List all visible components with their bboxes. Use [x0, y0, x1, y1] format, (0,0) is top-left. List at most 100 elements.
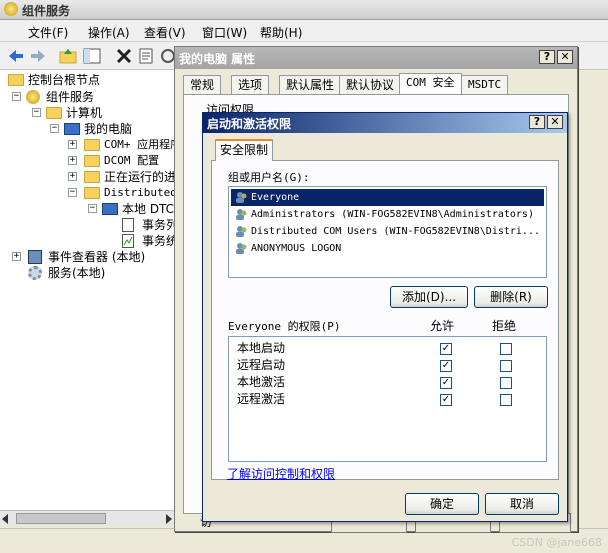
list-item-anonymous-logon[interactable]: ANONYMOUS LOGON	[231, 240, 544, 257]
menu-file[interactable]: 文件(F)	[28, 24, 68, 41]
dialog-help-button[interactable]: ?	[529, 115, 545, 129]
dialog-title-bar: 启动和激活权限 ? ✕	[203, 113, 567, 133]
tab-general[interactable]: 常规	[183, 75, 222, 95]
permission-name: 远程激活	[237, 392, 286, 406]
tree-item-label: 我的电脑	[84, 122, 133, 136]
collapse-toggle[interactable]: −	[32, 108, 41, 117]
add-button[interactable]: 添加(D)...	[390, 286, 468, 308]
group-or-user-names-label: 组或用户名(G):	[228, 171, 310, 184]
menu-window[interactable]: 窗口(W)	[202, 24, 247, 41]
permission-name: 本地激活	[237, 375, 286, 389]
users-group-icon	[235, 208, 248, 221]
collapse-toggle[interactable]: −	[68, 188, 77, 197]
list-item-everyone[interactable]: Everyone	[231, 189, 544, 206]
collapse-toggle[interactable]: −	[12, 92, 21, 101]
document-icon	[122, 218, 134, 232]
users-group-icon	[235, 225, 248, 238]
tab-security[interactable]: 安全限制	[215, 139, 274, 161]
back-icon[interactable]	[6, 46, 26, 66]
properties-title: 我的电脑 属性	[179, 52, 256, 66]
watermark: CSDN @jane668	[511, 536, 602, 549]
tree-item-label: 计算机	[66, 106, 103, 120]
permission-name: 本地启动	[237, 341, 286, 355]
computer-icon	[64, 123, 80, 135]
tree-item-label: 本地 DTC	[122, 202, 175, 216]
list-item-administrators[interactable]: Administrators (WIN-FOG582EVIN8\Administ…	[231, 206, 544, 223]
component-services-icon	[26, 90, 40, 104]
users-group-icon	[235, 191, 248, 204]
list-item-distributed-com-users[interactable]: Distributed COM Users (WIN-FOG582EVIN8\D…	[231, 223, 544, 240]
user-name: ANONYMOUS LOGON	[251, 243, 342, 254]
tab-msdtc[interactable]: MSDTC	[461, 75, 509, 95]
menu-action[interactable]: 操作(A)	[88, 24, 130, 41]
users-list[interactable]: Everyone Administrators (WIN-FOG582EVIN8…	[228, 186, 547, 278]
allow-checkbox-remote-launch[interactable]: ✓	[440, 360, 452, 372]
chart-icon	[122, 234, 134, 248]
permissions-for-label: Everyone 的权限(P)	[228, 320, 341, 333]
computer-icon	[102, 203, 118, 215]
show-hide-tree-icon[interactable]	[82, 46, 102, 66]
dialog-close-button[interactable]: ✕	[547, 115, 563, 129]
ok-button[interactable]: 确定	[405, 493, 479, 515]
folder-icon	[84, 155, 100, 167]
dialog-title: 启动和激活权限	[207, 117, 292, 131]
event-viewer-icon	[28, 250, 42, 264]
launch-activation-permissions-dialog: 启动和激活权限 ? ✕ 安全限制 组或用户名(G): Everyone Admi…	[202, 112, 568, 522]
scroll-right-arrow-icon[interactable]	[166, 514, 172, 524]
folder-icon	[84, 187, 100, 199]
user-name: Administrators (WIN-FOG582EVIN8\Administ…	[251, 209, 534, 220]
forward-icon[interactable]	[28, 46, 48, 66]
up-folder-icon[interactable]	[58, 46, 78, 66]
tab-com-security[interactable]: COM 安全	[399, 73, 462, 95]
permission-name: 远程启动	[237, 358, 286, 372]
permissions-header: Everyone 的权限(P) 允许 拒绝	[228, 318, 547, 336]
scroll-thumb[interactable]	[16, 513, 106, 524]
props-help-button[interactable]: ?	[539, 50, 555, 64]
learn-access-control-link[interactable]: 了解访问控制和权限	[227, 465, 335, 482]
expand-toggle[interactable]: +	[68, 140, 77, 149]
component-services-icon	[4, 2, 18, 16]
console-tree: 控制台根节点 − 组件服务 − 计算机 − 我的电脑 + COM+ 应用程序 +…	[0, 70, 190, 526]
tab-options[interactable]: 选项	[231, 75, 270, 95]
allow-checkbox-remote-activation[interactable]: ✓	[440, 394, 452, 406]
remove-button[interactable]: 删除(R)	[474, 286, 548, 308]
tree-item-label: 服务(本地)	[48, 266, 106, 280]
expand-toggle[interactable]: +	[68, 156, 77, 165]
scroll-left-arrow-icon[interactable]	[2, 514, 8, 524]
expand-toggle[interactable]: +	[68, 172, 77, 181]
properties-title-bar: 我的电脑 属性 ? ✕	[175, 47, 577, 69]
collapse-toggle[interactable]: −	[50, 124, 59, 133]
allow-column-header: 允许	[430, 319, 455, 333]
allow-checkbox-local-launch[interactable]: ✓	[440, 343, 452, 355]
main-title-bar: 组件服务	[0, 0, 608, 20]
menu-help[interactable]: 帮助(H)	[260, 24, 302, 41]
allow-checkbox-local-activation[interactable]: ✓	[440, 377, 452, 389]
expand-toggle[interactable]: +	[12, 252, 21, 261]
cancel-button[interactable]: 取消	[485, 493, 559, 515]
tab-default-properties[interactable]: 默认属性	[279, 75, 342, 95]
security-tab-panel: 组或用户名(G): Everyone Administrators (WIN-F…	[211, 160, 559, 480]
deny-checkbox-local-activation[interactable]	[500, 377, 512, 389]
folder-icon	[84, 171, 100, 183]
deny-checkbox-remote-activation[interactable]	[500, 394, 512, 406]
permission-row-remote-activation: 远程激活	[237, 391, 285, 408]
permission-row-remote-launch: 远程启动	[237, 357, 285, 374]
permission-row-local-launch: 本地启动	[237, 340, 285, 357]
folder-icon	[8, 74, 24, 86]
tree-item-label: 事件查看器 (本地)	[48, 250, 146, 264]
tab-default-protocols[interactable]: 默认协议	[339, 75, 402, 95]
properties-icon[interactable]	[136, 46, 156, 66]
permission-row-local-activation: 本地激活	[237, 374, 285, 391]
tree-item-label: DCOM 配置	[104, 154, 160, 167]
gear-icon	[28, 266, 42, 280]
tree-item-label: 组件服务	[46, 90, 95, 104]
collapse-toggle[interactable]: −	[88, 204, 97, 213]
deny-checkbox-local-launch[interactable]	[500, 343, 512, 355]
folder-icon	[84, 139, 100, 151]
delete-icon[interactable]	[114, 46, 134, 66]
deny-checkbox-remote-launch[interactable]	[500, 360, 512, 372]
props-close-button[interactable]: ✕	[557, 50, 573, 64]
tree-horizontal-scrollbar[interactable]	[0, 510, 176, 526]
menu-view[interactable]: 查看(V)	[144, 24, 186, 41]
users-group-icon	[235, 242, 248, 255]
